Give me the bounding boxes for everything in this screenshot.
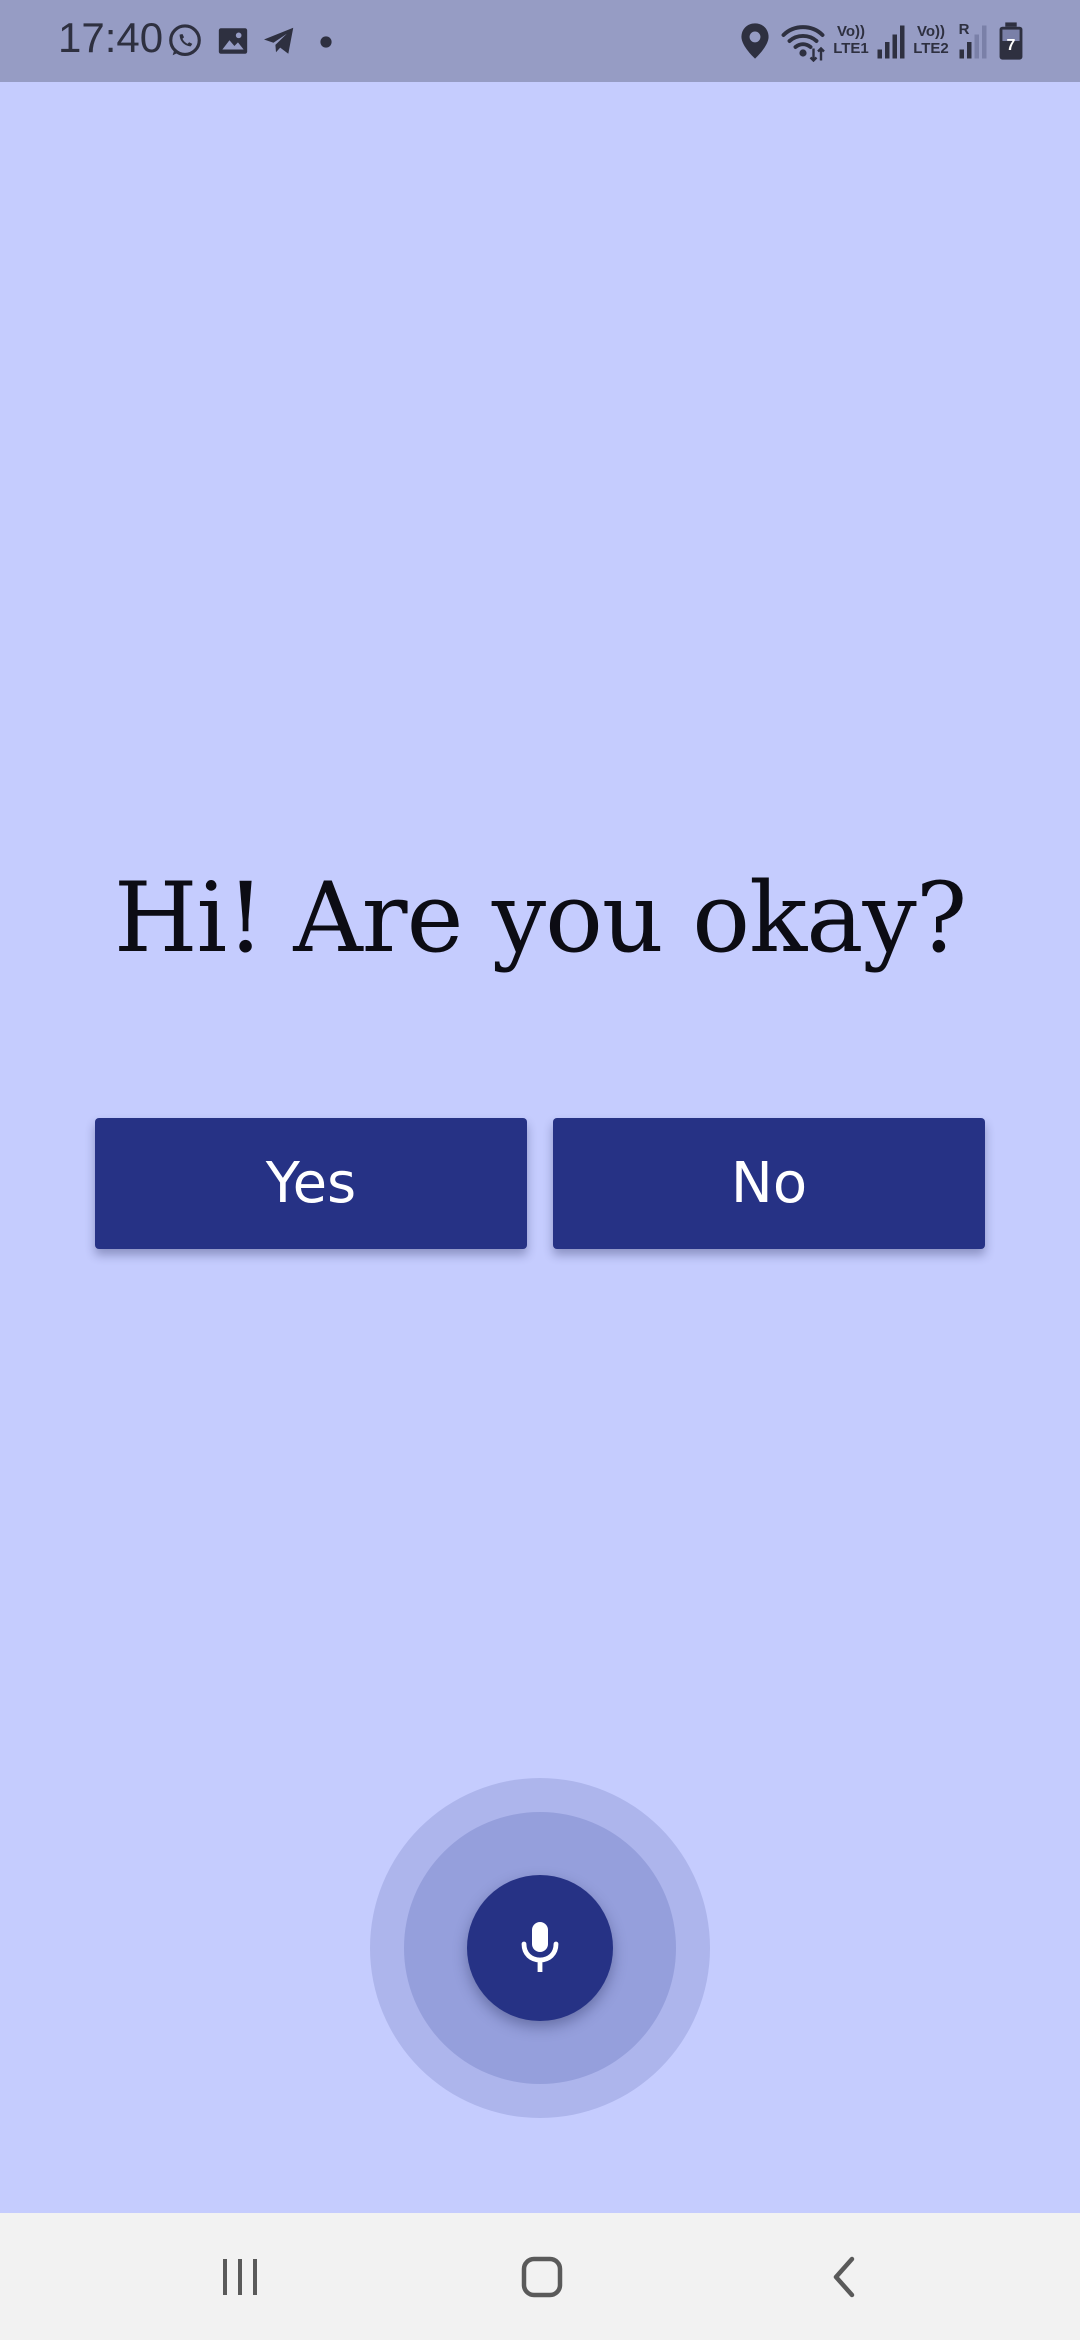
back-icon xyxy=(833,2256,855,2298)
sim1-lte-label: LTE1 xyxy=(833,40,869,57)
more-dot-icon xyxy=(320,36,332,48)
battery-level-label: 7 xyxy=(1006,37,1016,54)
telegram-icon xyxy=(264,27,294,54)
no-button[interactable]: No xyxy=(553,1118,985,1249)
gallery-icon xyxy=(218,28,248,54)
sim1-volte-label: Vo)) xyxy=(836,23,866,40)
signal-sim1-icon xyxy=(877,25,905,59)
mic-button[interactable] xyxy=(467,1875,613,2021)
location-icon xyxy=(741,23,769,59)
status-bar: 17:40 Vo)) LTE1 Vo)) LTE2 R 7 xyxy=(0,0,1080,82)
question-title: Hi! Are you okay? xyxy=(113,862,967,974)
whatsapp-icon xyxy=(169,24,201,57)
microphone-icon xyxy=(521,1922,559,1972)
status-time: 17:40 xyxy=(58,14,164,61)
home-button[interactable] xyxy=(502,2237,582,2317)
sim2-volte-label: Vo)) xyxy=(916,23,946,40)
recent-apps-icon xyxy=(223,2259,257,2295)
signal-sim2-icon xyxy=(959,25,987,59)
home-icon xyxy=(521,2256,563,2298)
back-button[interactable] xyxy=(804,2237,884,2317)
recent-apps-button[interactable] xyxy=(200,2237,280,2317)
yes-button[interactable]: Yes xyxy=(95,1118,527,1249)
navigation-bar xyxy=(0,2213,1080,2340)
sim2-lte-label: LTE2 xyxy=(913,40,949,57)
wifi-icon xyxy=(781,25,825,62)
